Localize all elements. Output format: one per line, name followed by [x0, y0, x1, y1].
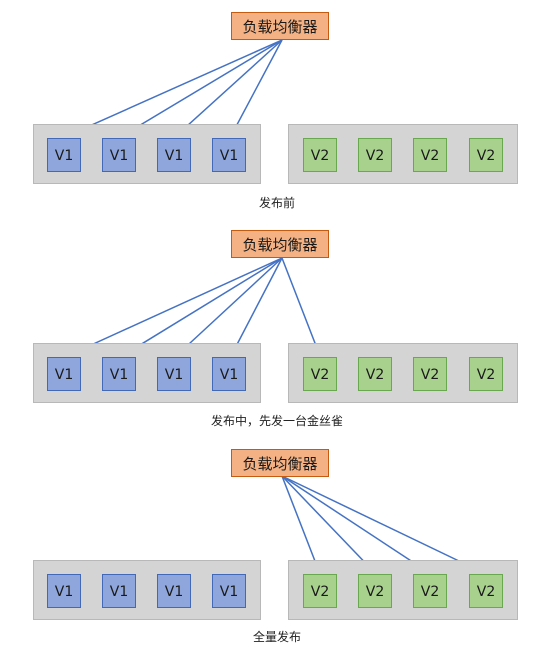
load-balancer-box: 负载均衡器 [231, 449, 329, 477]
arrow [175, 39, 283, 137]
v1-node: V1 [102, 357, 136, 391]
arrow [66, 39, 283, 137]
v1-node: V1 [157, 574, 191, 608]
v1-node: V1 [212, 138, 246, 172]
arrows-layer [66, 39, 487, 575]
panel-caption: 发布中，先发一台金丝雀 [210, 414, 343, 428]
v2-node: V2 [413, 574, 447, 608]
v2-node: V2 [469, 574, 503, 608]
v2-node: V2 [413, 138, 447, 172]
arrow [121, 257, 283, 357]
v2-node: V2 [469, 357, 503, 391]
v1-node: V1 [102, 138, 136, 172]
panel-caption: 全量发布 [252, 630, 301, 644]
v2-node: V2 [413, 357, 447, 391]
v2-node: V2 [358, 574, 392, 608]
arrow [281, 257, 322, 357]
v2-node: V2 [358, 138, 392, 172]
arrow [121, 39, 283, 137]
v2-node: V2 [303, 574, 337, 608]
v1-node: V1 [212, 574, 246, 608]
arrow [175, 257, 283, 357]
arrow [230, 39, 283, 137]
load-balancer-box: 负载均衡器 [231, 230, 329, 258]
v1-node: V1 [102, 574, 136, 608]
v2-node: V2 [303, 357, 337, 391]
arrow [230, 257, 283, 357]
v1-node: V1 [212, 357, 246, 391]
v2-node: V2 [469, 138, 503, 172]
load-balancer-box: 负载均衡器 [231, 12, 329, 40]
v1-node: V1 [157, 357, 191, 391]
v1-node: V1 [47, 138, 81, 172]
v2-node: V2 [303, 138, 337, 172]
v2-node: V2 [358, 357, 392, 391]
v1-node: V1 [47, 574, 81, 608]
arrow [66, 257, 283, 357]
v1-node: V1 [47, 357, 81, 391]
v1-node: V1 [157, 138, 191, 172]
panel-caption: 发布前 [258, 196, 295, 210]
